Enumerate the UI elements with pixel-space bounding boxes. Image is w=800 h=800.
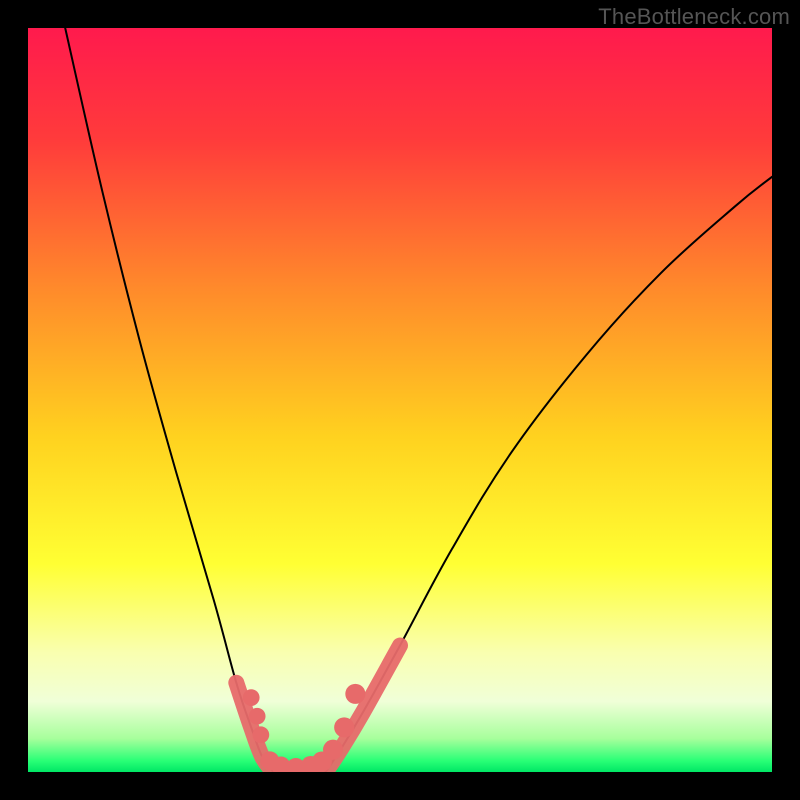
marker-dot xyxy=(243,689,260,706)
watermark-label: TheBottleneck.com xyxy=(598,4,790,30)
marker-dot xyxy=(334,717,354,737)
chart-plot-area xyxy=(28,28,772,772)
chart-frame: TheBottleneck.com xyxy=(0,0,800,800)
marker-dot xyxy=(345,684,365,704)
marker-dot xyxy=(323,740,343,760)
chart-svg xyxy=(28,28,772,772)
marker-dot xyxy=(249,708,266,725)
marker-dot xyxy=(253,726,270,743)
